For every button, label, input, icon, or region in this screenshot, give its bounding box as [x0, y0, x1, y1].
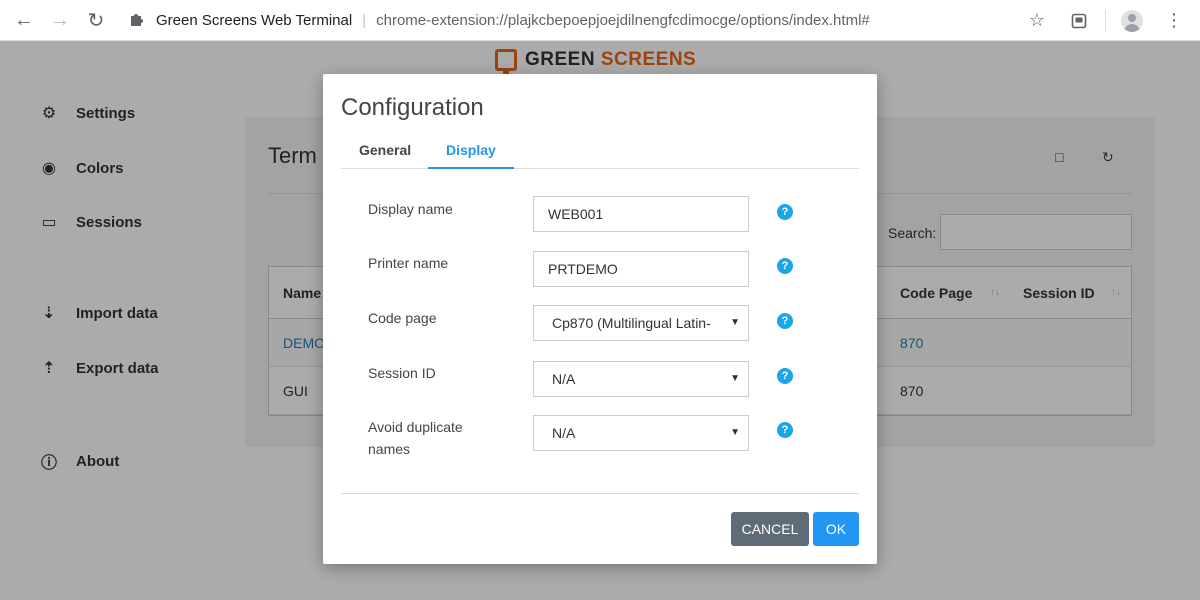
ok-button[interactable]: OK: [813, 512, 859, 546]
more-menu-icon[interactable]: ⋮: [1158, 5, 1190, 37]
help-icon[interactable]: ?: [777, 313, 793, 329]
chevron-down-icon: ▼: [730, 373, 740, 384]
avoid-duplicate-names-value: N/A: [552, 425, 576, 441]
extension-icon[interactable]: [1063, 5, 1095, 37]
display-name-field[interactable]: [533, 196, 749, 232]
session-id-label: Session ID: [368, 365, 436, 381]
help-icon[interactable]: ?: [777, 422, 793, 438]
printer-name-field[interactable]: [533, 251, 749, 287]
help-icon[interactable]: ?: [777, 258, 793, 274]
page-title-in-omnibox: Green Screens Web Terminal: [156, 11, 353, 29]
avoid-duplicate-names-label: Avoid duplicate names: [368, 419, 463, 457]
configuration-dialog: Configuration General Display Display na…: [323, 74, 877, 564]
code-page-label: Code page: [368, 310, 437, 326]
reload-icon[interactable]: ↻: [78, 2, 114, 38]
printer-name-label: Printer name: [368, 255, 449, 271]
dialog-title: Configuration: [341, 94, 484, 121]
star-icon[interactable]: ☆: [1021, 5, 1053, 37]
address-bar[interactable]: Green Screens Web Terminal | chrome-exte…: [128, 11, 870, 29]
session-id-select[interactable]: N/A ▼: [533, 361, 749, 397]
session-id-value: N/A: [552, 371, 576, 387]
code-page-value: Cp870 (Multilingual Latin-: [552, 315, 711, 331]
back-arrow-icon[interactable]: ←: [6, 2, 42, 38]
help-icon[interactable]: ?: [777, 204, 793, 220]
display-name-label: Display name: [368, 201, 453, 217]
puzzle-piece-icon: [128, 11, 146, 29]
toolbar-divider: [1105, 9, 1106, 32]
forward-arrow-icon[interactable]: →: [42, 2, 78, 38]
dialog-tabs: General Display: [341, 139, 859, 169]
url-text: chrome-extension://plajkcbepoepjoejdilne…: [376, 11, 870, 29]
tab-display[interactable]: Display: [428, 142, 514, 169]
chevron-down-icon: ▼: [730, 317, 740, 328]
footer-divider: [341, 493, 859, 494]
chevron-down-icon: ▼: [730, 427, 740, 438]
browser-toolbar: ← → ↻ Green Screens Web Terminal | chrom…: [0, 0, 1200, 41]
profile-avatar[interactable]: [1116, 5, 1148, 37]
cancel-button[interactable]: CANCEL: [731, 512, 809, 546]
avoid-duplicate-names-select[interactable]: N/A ▼: [533, 415, 749, 451]
tab-general[interactable]: General: [341, 142, 429, 169]
code-page-select[interactable]: Cp870 (Multilingual Latin- ▼: [533, 305, 749, 341]
help-icon[interactable]: ?: [777, 368, 793, 384]
url-separator: |: [362, 11, 367, 29]
